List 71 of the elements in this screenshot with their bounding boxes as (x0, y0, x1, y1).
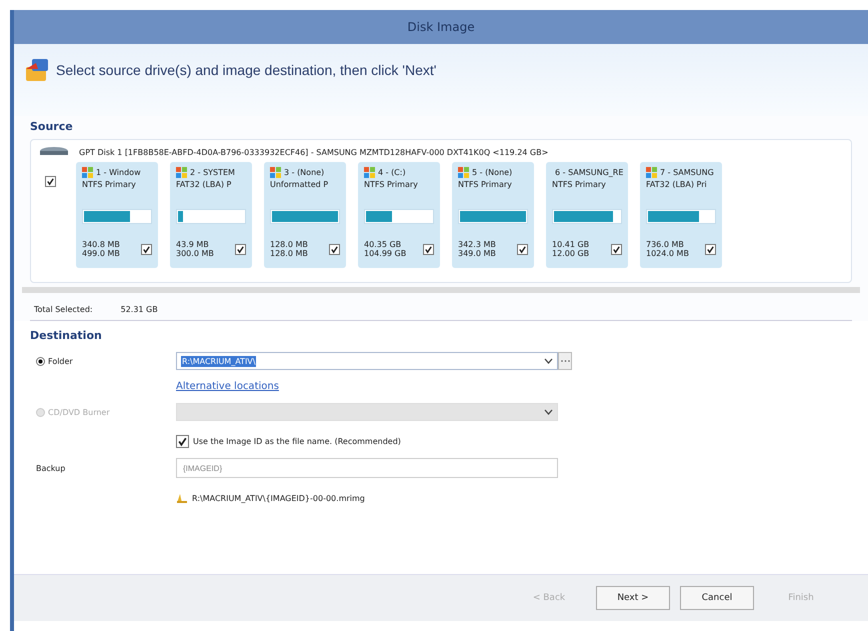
total-size: 104.99 GB (364, 249, 406, 258)
total-size: 499.0 MB (82, 249, 120, 258)
partition-name: 6 - SAMSUNG_RE (555, 168, 624, 177)
partition-card[interactable]: 5 - (None) NTFS Primary 342.3 MB 349.0 MB (452, 162, 534, 268)
instruction-text: Select source drive(s) and image destination, then click 'Next' (56, 62, 436, 78)
partition-type: NTFS Primary (364, 180, 419, 189)
image-id-checkbox[interactable] (176, 435, 189, 448)
windows-logo-icon (176, 167, 187, 178)
disk-label: GPT Disk 1 [1FB8B58E-ABFD-4D0A-B796-0333932ECF46] - SAMSUNG MZMTD128HAFV-000 DXT41K0Q <119.24 GB> (79, 148, 548, 156)
windows-logo-icon (270, 167, 281, 178)
used-size: 40.35 GB (364, 240, 402, 249)
used-size: 128.0 MB (270, 240, 308, 249)
partition-card[interactable]: 3 - (None) Unformatted P 128.0 MB 128.0 MB (264, 162, 346, 268)
total-size: 300.0 MB (176, 249, 214, 258)
used-size: 10.41 GB (552, 240, 590, 249)
total-size: 128.0 MB (270, 249, 308, 258)
folder-icon (176, 492, 188, 504)
windows-logo-icon (364, 167, 375, 178)
partition-name: 4 - (C:) (378, 168, 406, 177)
path-dropdown[interactable]: R:\MACRIUM_ATIV\ (176, 352, 558, 370)
used-size: 43.9 MB (176, 240, 210, 249)
partition-card[interactable]: 4 - (C:) NTFS Primary 40.35 GB 104.99 GB (358, 162, 440, 268)
total-size: 349.0 MB (458, 249, 496, 258)
partition-type: Unformatted P (270, 180, 330, 189)
backup-name-field[interactable]: {IMAGEID} (176, 458, 558, 478)
partition-checkbox[interactable] (517, 244, 528, 254)
hard-drive-icon (39, 146, 69, 158)
partition-type: FAT32 (LBA) P (176, 180, 232, 189)
total-size: 12.00 GB (552, 249, 590, 258)
used-size: 736.0 MB (646, 240, 685, 249)
partition-name: 3 - (None) (284, 168, 324, 177)
section-heading: Source (30, 120, 74, 133)
partition-card[interactable]: 6 - SAMSUNG_RE NTFS Primary 10.41 GB 12.00 GB (546, 162, 628, 268)
partition-checkbox[interactable] (235, 244, 246, 254)
partition-type: FAT32 (LBA) Pri (646, 180, 708, 189)
alternative-locations-link[interactable]: Alternative locations (176, 381, 279, 392)
total-selected-value: 52.31 GB (120, 305, 158, 314)
partition-card[interactable]: 7 - SAMSUNG FAT32 (LBA) Pri 736.0 MB 1024.0 MB (640, 162, 722, 268)
radio-option[interactable]: Folder (36, 356, 176, 366)
used-size: 342.3 MB (458, 240, 496, 249)
partition-type: NTFS Primary (458, 180, 513, 189)
partition-type: NTFS Primary (82, 180, 137, 189)
partition-card[interactable]: 1 - Window NTFS Primary 340.8 MB 499.0 MB (76, 162, 158, 268)
image-id-label: Use the Image ID as the file name. (Recommended) (193, 437, 401, 446)
partition-card[interactable]: 2 - SYSTEM FAT32 (LBA) P 43.9 MB 300.0 MB (170, 162, 252, 268)
partition-checkbox[interactable] (141, 244, 152, 254)
windows-logo-icon (82, 167, 93, 178)
horizontal-scrollbar[interactable] (22, 287, 860, 293)
window-title: Disk Image (407, 20, 475, 34)
windows-logo-icon (458, 167, 469, 178)
partition-checkbox[interactable] (611, 244, 622, 254)
partition-name: 7 - SAMSUNG (660, 168, 714, 177)
backup-label: Backup (36, 464, 66, 472)
disk-checkbox[interactable] (45, 176, 56, 187)
partition-name: 2 - SYSTEM (190, 168, 235, 177)
partition-name: 5 - (None) (472, 168, 512, 177)
used-size: 340.8 MB (82, 240, 120, 249)
total-size: 1024.0 MB (646, 249, 689, 258)
partition-checkbox[interactable] (705, 244, 716, 254)
total-selected-label: Total Selected: (34, 305, 93, 314)
partition-checkbox[interactable] (329, 244, 340, 254)
wizard-button[interactable]: Cancel (680, 586, 754, 610)
partition-checkbox[interactable] (423, 244, 434, 254)
chevron-down-icon (544, 358, 553, 364)
partition-type: NTFS Primary (552, 180, 607, 189)
result-file-path: R:\MACRIUM_ATIV\{IMAGEID}-00-00.mrimg (192, 494, 365, 502)
section-heading: Destination (30, 329, 103, 342)
wizard-button[interactable]: Next > (596, 586, 670, 610)
chevron-down-icon (544, 409, 553, 415)
windows-logo-icon (646, 167, 657, 178)
partition-name: 1 - Window (96, 168, 141, 177)
